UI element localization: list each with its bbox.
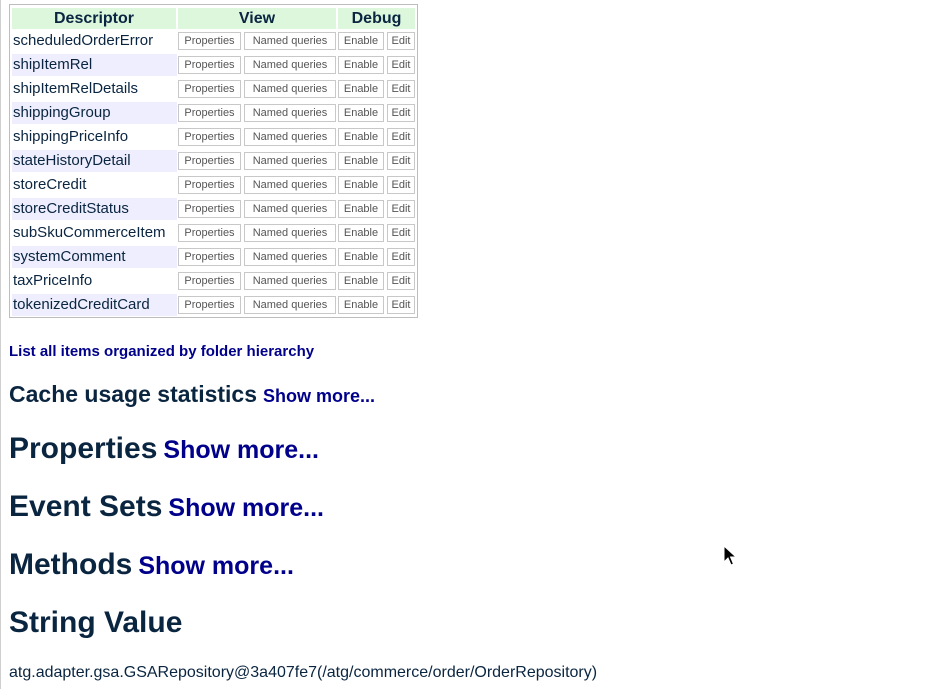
named-queries-button[interactable]: Named queries (244, 176, 336, 194)
enable-debug-button[interactable]: Enable (338, 128, 384, 146)
descriptor-row: shippingPriceInfo Properties Named queries… (10, 126, 417, 150)
descriptor-name: subSkuCommerceItem (13, 224, 166, 241)
enable-debug-button[interactable]: Enable (338, 248, 384, 266)
methods-heading: Methods Show more... (9, 548, 294, 582)
enable-debug-button[interactable]: Enable (338, 272, 384, 290)
named-queries-button[interactable]: Named queries (244, 200, 336, 218)
named-queries-button[interactable]: Named queries (244, 152, 336, 170)
descriptor-row: scheduledOrderError Properties Named queri… (10, 30, 417, 54)
descriptor-name: systemComment (12, 246, 177, 268)
header-descriptor: Descriptor (12, 8, 176, 29)
descriptor-row: systemComment Properties Named queries Enab… (10, 246, 417, 270)
named-queries-button[interactable]: Named queries (244, 32, 336, 50)
named-queries-button[interactable]: Named queries (244, 80, 336, 98)
edit-debug-button[interactable]: Edit (387, 248, 415, 266)
event-sets-show-more-link[interactable]: Show more... (168, 494, 324, 522)
edit-debug-button[interactable]: Edit (387, 32, 415, 50)
enable-debug-button[interactable]: Enable (338, 296, 384, 314)
named-queries-button[interactable]: Named queries (244, 128, 336, 146)
page-left-border (0, 0, 1, 689)
enable-debug-button[interactable]: Enable (338, 176, 384, 194)
named-queries-button[interactable]: Named queries (244, 296, 336, 314)
properties-button[interactable]: Properties (178, 128, 241, 146)
mouse-pointer-icon (723, 545, 738, 566)
properties-button[interactable]: Properties (178, 176, 241, 194)
cache-usage-title: Cache usage statistics (9, 381, 258, 407)
methods-show-more-link[interactable]: Show more... (138, 552, 294, 580)
properties-button[interactable]: Properties (178, 56, 241, 74)
named-queries-button[interactable]: Named queries (244, 224, 336, 242)
properties-button[interactable]: Properties (178, 224, 241, 242)
edit-debug-button[interactable]: Edit (387, 56, 415, 74)
descriptor-row: shipItemRelDetails Properties Named querie… (10, 78, 417, 102)
named-queries-button[interactable]: Named queries (244, 272, 336, 290)
enable-debug-button[interactable]: Enable (338, 32, 384, 50)
edit-debug-button[interactable]: Edit (387, 104, 415, 122)
properties-button[interactable]: Properties (178, 296, 241, 314)
descriptor-row: tokenizedCreditCard Properties Named queri… (10, 294, 417, 318)
enable-debug-button[interactable]: Enable (338, 200, 384, 218)
enable-debug-button[interactable]: Enable (338, 56, 384, 74)
properties-show-more-link[interactable]: Show more... (163, 436, 319, 464)
properties-title: Properties (9, 432, 158, 465)
descriptor-name: shippingPriceInfo (13, 128, 129, 145)
descriptor-name: storeCredit (13, 176, 87, 193)
descriptor-row: taxPriceInfo Properties Named queries Enabl… (10, 270, 417, 294)
edit-debug-button[interactable]: Edit (387, 176, 415, 194)
edit-debug-button[interactable]: Edit (387, 224, 415, 242)
edit-debug-button[interactable]: Edit (387, 128, 415, 146)
edit-debug-button[interactable]: Edit (387, 80, 415, 98)
methods-title: Methods (9, 548, 133, 581)
descriptor-row: shipItemRel Properties Named queries Enable… (10, 54, 417, 78)
header-debug: Debug (338, 8, 415, 29)
named-queries-button[interactable]: Named queries (244, 248, 336, 266)
event-sets-title: Event Sets (9, 490, 163, 523)
descriptor-row: storeCreditStatus Properties Named queries… (10, 198, 417, 222)
descriptor-row: stateHistoryDetail Properties Named querie… (10, 150, 417, 174)
descriptor-name: stateHistoryDetail (12, 150, 177, 172)
properties-button[interactable]: Properties (178, 200, 241, 218)
descriptor-name: tokenizedCreditCard (12, 294, 177, 316)
edit-debug-button[interactable]: Edit (387, 296, 415, 314)
descriptor-name: shipItemRelDetails (13, 80, 139, 97)
string-value-text: atg.adapter.gsa.GSARepository@3a407fe7(/… (9, 664, 598, 681)
list-all-items-link[interactable]: List all items organized by folder hiera… (9, 343, 314, 360)
properties-button[interactable]: Properties (178, 80, 241, 98)
properties-button[interactable]: Properties (178, 248, 241, 266)
edit-debug-button[interactable]: Edit (387, 200, 415, 218)
enable-debug-button[interactable]: Enable (338, 104, 384, 122)
named-queries-button[interactable]: Named queries (244, 56, 336, 74)
descriptor-name: shipItemRel (12, 54, 177, 76)
descriptor-name: taxPriceInfo (13, 272, 93, 289)
properties-button[interactable]: Properties (178, 32, 241, 50)
string-value-heading: String Value (9, 606, 183, 639)
properties-heading: Properties Show more... (9, 432, 319, 466)
descriptor-name: shippingGroup (12, 102, 177, 124)
named-queries-button[interactable]: Named queries (244, 104, 336, 122)
properties-button[interactable]: Properties (178, 104, 241, 122)
descriptor-table: Descriptor View Debug scheduledOrderErro… (9, 4, 418, 318)
enable-debug-button[interactable]: Enable (338, 224, 384, 242)
descriptor-name: storeCreditStatus (12, 198, 177, 220)
descriptor-row: shippingGroup Properties Named queries Enab… (10, 102, 417, 126)
header-view: View (178, 8, 336, 29)
descriptor-row: subSkuCommerceItem Properties Named querie… (10, 222, 417, 246)
properties-button[interactable]: Properties (178, 152, 241, 170)
cache-usage-heading: Cache usage statistics Show more... (9, 381, 375, 408)
descriptor-name: scheduledOrderError (13, 32, 154, 49)
descriptor-row: storeCredit Properties Named queries Enable… (10, 174, 417, 198)
properties-button[interactable]: Properties (178, 272, 241, 290)
cache-show-more-link[interactable]: Show more... (263, 386, 375, 406)
enable-debug-button[interactable]: Enable (338, 152, 384, 170)
edit-debug-button[interactable]: Edit (387, 152, 415, 170)
edit-debug-button[interactable]: Edit (387, 272, 415, 290)
event-sets-heading: Event Sets Show more... (9, 490, 324, 524)
enable-debug-button[interactable]: Enable (338, 80, 384, 98)
